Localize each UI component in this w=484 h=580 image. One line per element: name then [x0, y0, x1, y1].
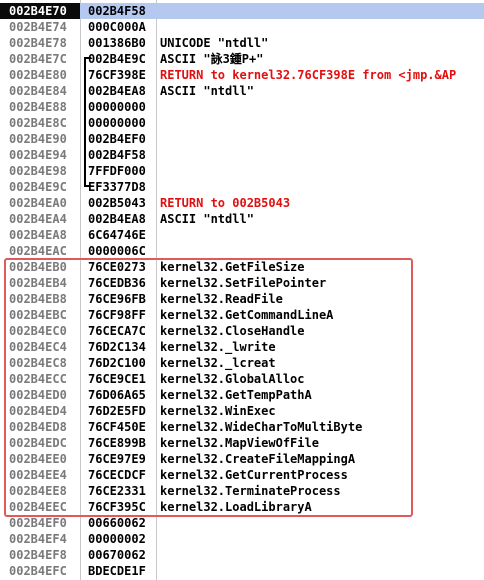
stack-value: 00000002: [88, 532, 146, 546]
stack-row[interactable]: 002B4E94 002B4F58: [0, 147, 484, 163]
stack-address: 002B4E74: [9, 20, 67, 34]
stack-comment: RETURN to kernel32.76CF398E from <jmp.&A…: [160, 68, 457, 82]
stack-row[interactable]: 002B4EAC 0000006C: [0, 243, 484, 259]
stack-value: 001386B0: [88, 36, 146, 50]
stack-address: 002B4E98: [9, 164, 67, 178]
stack-row[interactable]: 002B4EA8 6C64746E: [0, 227, 484, 243]
stack-row[interactable]: 002B4E78 001386B0 UNICODE "ntdll": [0, 35, 484, 51]
stack-comment: ASCII "ntdll": [160, 84, 254, 98]
stack-address: 002B4E88: [9, 100, 67, 114]
stack-address: 002B4E94: [9, 148, 67, 162]
stack-comment: ASCII "詠3鍾P+": [160, 52, 264, 66]
stack-row[interactable]: 002B4E7C 002B4E9C ASCII "詠3鍾P+": [0, 51, 484, 67]
stack-address: 002B4EAC: [9, 244, 67, 258]
stack-value: 002B5043: [88, 196, 146, 210]
stack-address: 002B4E80: [9, 68, 67, 82]
stack-comment: RETURN to 002B5043: [160, 196, 291, 210]
frame-bracket: [84, 57, 86, 187]
stack-value: 00000000: [88, 100, 146, 114]
stack-address: 002B4E90: [9, 132, 67, 146]
stack-value: 00660062: [88, 516, 146, 530]
stack-pane[interactable]: 002B4E70 002B4F58 002B4E74 000C000A 002B4E78…: [0, 0, 484, 580]
stack-value: 0000006C: [88, 244, 146, 258]
stack-row[interactable]: 002B4E74 000C000A: [0, 19, 484, 35]
stack-row[interactable]: 002B4E70 002B4F58: [0, 3, 484, 19]
stack-row[interactable]: 002B4EF4 00000002: [0, 531, 484, 547]
frame-bracket-top: [86, 57, 91, 59]
stack-value: BDECDE1F: [88, 564, 146, 578]
stack-row[interactable]: 002B4E98 7FFDF000: [0, 163, 484, 179]
stack-value: 002B4EA8: [88, 212, 146, 226]
stack-value: 7FFDF000: [88, 164, 146, 178]
stack-address: 002B4EA0: [9, 196, 67, 210]
stack-value: 76CF398E: [88, 68, 146, 82]
stack-value: 002B4E9C: [88, 52, 146, 66]
stack-row[interactable]: 002B4EFC BDECDE1F: [0, 563, 484, 579]
stack-value: 002B4EA8: [88, 84, 146, 98]
stack-row[interactable]: 002B4E80 76CF398E RETURN to kernel32.76CF3…: [0, 67, 484, 83]
stack-value: 00670062: [88, 548, 146, 562]
stack-row[interactable]: 002B4EA0 002B5043 RETURN to 002B5043: [0, 195, 484, 211]
stack-row[interactable]: 002B4E9C EF3377D8: [0, 179, 484, 195]
iat-highlight-box: [4, 258, 413, 517]
stack-address: 002B4E8C: [9, 116, 67, 130]
stack-comment: ASCII "ntdll": [160, 212, 254, 226]
stack-address: 002B4E84: [9, 84, 67, 98]
stack-address: 002B4EF0: [9, 516, 67, 530]
stack-address: 002B4EA8: [9, 228, 67, 242]
stack-row[interactable]: 002B4EF8 00670062: [0, 547, 484, 563]
stack-row[interactable]: 002B4EF0 00660062: [0, 515, 484, 531]
stack-row[interactable]: 002B4EA4 002B4EA8 ASCII "ntdll": [0, 211, 484, 227]
stack-address: 002B4EF4: [9, 532, 67, 546]
stack-value: 000C000A: [88, 20, 146, 34]
stack-comment: [156, 3, 484, 19]
stack-value: 002B4F58: [88, 148, 146, 162]
stack-row[interactable]: 002B4E88 00000000: [0, 99, 484, 115]
stack-value: 002B4EF0: [88, 132, 146, 146]
stack-row[interactable]: 002B4E8C 00000000: [0, 115, 484, 131]
stack-comment: UNICODE "ntdll": [160, 36, 269, 50]
stack-value: 002B4F58: [80, 3, 156, 19]
stack-value: 6C64746E: [88, 228, 146, 242]
stack-address: 002B4E70: [0, 3, 80, 19]
frame-bracket-bottom: [86, 185, 91, 187]
stack-address: 002B4E7C: [9, 52, 67, 66]
stack-row[interactable]: 002B4E90 002B4EF0: [0, 131, 484, 147]
stack-address: 002B4E78: [9, 36, 67, 50]
stack-value: EF3377D8: [88, 180, 146, 194]
stack-value: 00000000: [88, 116, 146, 130]
stack-address: 002B4EF8: [9, 548, 67, 562]
stack-row[interactable]: 002B4E84 002B4EA8 ASCII "ntdll": [0, 83, 484, 99]
stack-address: 002B4E9C: [9, 180, 67, 194]
stack-address: 002B4EFC: [9, 564, 67, 578]
stack-address: 002B4EA4: [9, 212, 67, 226]
